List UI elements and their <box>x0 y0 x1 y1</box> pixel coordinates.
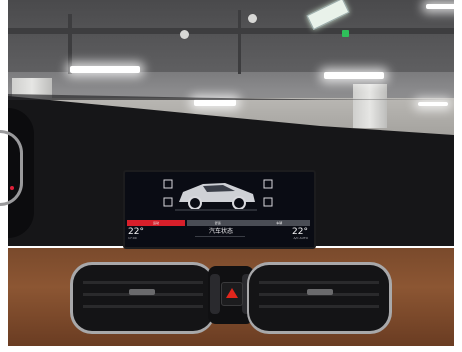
screen-divider <box>195 236 245 237</box>
tire-pressure-right-icon <box>263 179 273 207</box>
mode-tab-bar: 运动 舒适 车辆 <box>127 220 310 227</box>
hazard-button[interactable] <box>221 282 243 306</box>
vent-slat <box>83 305 203 308</box>
clock-readout: 17:00 <box>128 236 137 240</box>
air-vents <box>70 262 392 334</box>
dashboard-edge <box>8 94 454 100</box>
air-vent-right[interactable] <box>247 262 392 334</box>
gauge-ring <box>0 130 23 206</box>
screen-mode-label: 汽车状态 <box>209 228 234 235</box>
tab-label[interactable]: 舒适 <box>215 221 221 225</box>
car-status-icon <box>175 183 257 211</box>
infotainment-screen[interactable]: 运动 舒适 车辆 22° 汽车状态 22° 17:00 A/C AUTO <box>123 170 316 249</box>
vent-slat <box>83 281 203 284</box>
air-vent-left[interactable] <box>70 262 215 334</box>
tab-label: 运动 <box>152 220 159 225</box>
vent-slat <box>259 281 379 284</box>
car-interior-photo: 运动 舒适 车辆 22° 汽车状态 22° 17:00 A/C AUTO <box>0 0 462 352</box>
climate-readout: A/C AUTO <box>293 236 308 240</box>
vent-adjust-tab[interactable] <box>307 289 333 295</box>
tab-group: 舒适 车辆 <box>187 220 310 226</box>
vent-knob-left[interactable] <box>210 274 220 314</box>
tab-active[interactable]: 运动 <box>127 220 185 226</box>
tab-label[interactable]: 车辆 <box>276 221 282 225</box>
vent-slat <box>259 305 379 308</box>
dashboard: 运动 舒适 车辆 22° 汽车状态 22° 17:00 A/C AUTO <box>0 0 462 352</box>
hazard-triangle-icon <box>226 288 238 298</box>
vent-adjust-tab[interactable] <box>129 289 155 295</box>
warning-light <box>10 186 14 190</box>
